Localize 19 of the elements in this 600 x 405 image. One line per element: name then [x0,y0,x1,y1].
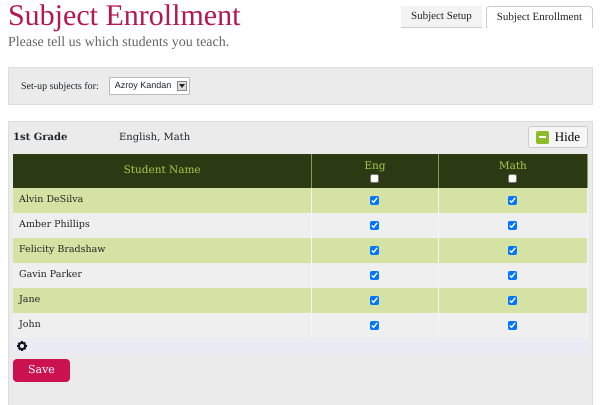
student-name: Amber Phillips [13,213,312,238]
column-header: Math [498,158,528,174]
column-header: Student Name [13,154,312,188]
tab[interactable]: Subject Setup [400,6,482,28]
student-name: John [13,313,312,338]
student-name: Gavin Parker [13,263,312,288]
student-name: Felicity Bradshaw [13,238,312,263]
student-name: Alvin DeSilva [13,188,312,213]
teacher-dropdown[interactable]: Azroy Kandan [108,77,190,95]
student-name: Jane [13,288,312,313]
grade-subjects: English, Math [119,130,192,144]
page-subtitle: Please tell us which students you teach. [8,34,230,52]
grade-name: 1st Grade [13,130,68,144]
hide-button[interactable]: Hide [528,126,588,148]
tab[interactable]: Subject Enrollment [486,6,593,28]
filter-label: Set-up subjects for: [21,80,99,94]
page-title: Subject Enrollment [8,0,240,32]
save-button[interactable]: Save [13,359,70,382]
column-header: Eng [363,158,387,174]
